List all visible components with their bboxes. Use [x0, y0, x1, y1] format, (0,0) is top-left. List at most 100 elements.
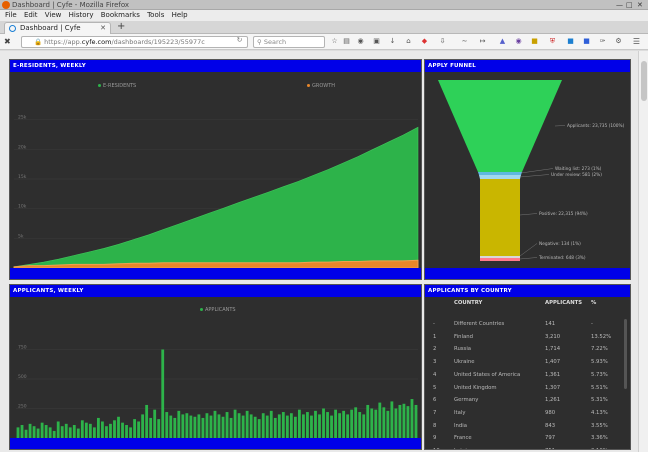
table-row[interactable]: - Different Countries 141 - — [425, 318, 630, 330]
widget-e-residents: E-RESIDENTS, WEEKLY E-RESIDENTS GROWTH 2… — [9, 59, 422, 280]
funnel-segment-negative — [480, 256, 520, 258]
table-scrollbar[interactable] — [624, 319, 627, 389]
extension-blue-icon[interactable]: ■ — [566, 37, 575, 46]
bar — [117, 416, 120, 438]
table-row[interactable]: 1 Finland 3,210 13.52% — [425, 331, 630, 343]
bar — [157, 419, 161, 438]
country-cell: Different Countries — [454, 321, 505, 327]
table-row[interactable]: 9 France 797 3.36% — [425, 432, 630, 444]
widget-footer — [10, 268, 421, 279]
bar — [221, 416, 225, 438]
bar — [153, 409, 157, 438]
gear-icon[interactable]: ⚙ — [614, 37, 623, 46]
download-icon[interactable]: ↓ — [388, 37, 397, 46]
minimize-icon[interactable]: — — [616, 1, 623, 9]
funnel-chart: Applicants: 23,735 (100%) Waiting list: 2… — [438, 80, 625, 261]
extension-red-icon[interactable]: ◆ — [420, 37, 429, 46]
search-box[interactable]: ⚲ Search — [253, 36, 325, 48]
table-row[interactable]: 8 India 843 3.55% — [425, 420, 630, 432]
country-cell: France — [454, 435, 472, 442]
maximize-icon[interactable]: □ — [626, 1, 633, 9]
table-row[interactable]: 7 Italy 980 4.13% — [425, 407, 630, 419]
bar — [97, 417, 100, 438]
header-country[interactable]: COUNTRY — [454, 300, 482, 306]
extension-blue2-icon[interactable]: ■ — [582, 37, 591, 46]
table-row[interactable]: 4 United States of America 1,361 5.73% — [425, 369, 630, 381]
country-cell: Russia — [454, 346, 472, 353]
bookmark-star-icon[interactable]: ☆ — [330, 37, 339, 46]
new-tab-icon[interactable]: + — [117, 21, 125, 33]
url-bar[interactable]: 🔒 https://app.cyfe.com/dashboards/195223… — [21, 36, 248, 48]
applicants-cell: 1,261 — [545, 397, 561, 404]
pocket-icon[interactable]: ◉ — [356, 37, 365, 46]
bar — [302, 414, 305, 438]
ublock-icon[interactable]: ⛨ — [548, 37, 557, 46]
menu-view[interactable]: View — [45, 10, 62, 21]
close-tab-icon[interactable]: ✕ — [100, 23, 106, 34]
rank-cell: 7 — [433, 409, 437, 416]
bar — [362, 414, 366, 438]
extension-wave-icon[interactable]: ∼ — [460, 37, 469, 46]
widget-applicants-by-country: APPLICANTS BY COUNTRY COUNTRY APPLICANTS… — [424, 284, 631, 450]
hamburger-menu-icon[interactable]: ☰ — [632, 37, 641, 46]
table-row[interactable]: 3 Ukraine 1,407 5.93% — [425, 356, 630, 368]
bar — [32, 426, 36, 438]
extension-drop-icon[interactable]: ▲ — [498, 37, 507, 46]
table-row[interactable]: 6 Germany 1,261 5.31% — [425, 394, 630, 406]
window-titlebar: Dashboard | Cyfe - Mozilla Firefox — □ ✕ — [0, 0, 648, 10]
bar — [233, 409, 237, 438]
bar — [281, 412, 285, 438]
eyedropper-icon[interactable]: ✑ — [598, 37, 607, 46]
table-row[interactable]: 2 Russia 1,714 7.22% — [425, 343, 630, 355]
page-scrollbar[interactable] — [638, 51, 648, 452]
table-row[interactable]: 10 Latvia 751 3.16% — [425, 445, 630, 449]
firefox-icon — [2, 1, 10, 9]
tools-icon[interactable]: ✖ — [4, 36, 11, 47]
screenshot-icon[interactable]: ▣ — [372, 37, 381, 46]
scrollbar-thumb[interactable] — [641, 61, 647, 101]
y-tick-label: 500 — [18, 374, 27, 380]
bar — [48, 427, 52, 438]
table-row[interactable]: 5 United Kingdom 1,307 5.51% — [425, 382, 630, 394]
reload-icon[interactable]: ↻ — [235, 36, 244, 45]
menu-history[interactable]: History — [69, 10, 94, 21]
tab-dashboard[interactable]: Dashboard | Cyfe ✕ — [4, 22, 111, 34]
menu-edit[interactable]: Edit — [24, 10, 38, 21]
funnel-label: Applicants: 23,735 (100%) — [567, 123, 625, 129]
bar — [28, 423, 32, 438]
funnel-leader-line — [520, 168, 554, 174]
bar — [390, 401, 394, 438]
extension-yellow-icon[interactable]: ■ — [530, 37, 539, 46]
percent-cell: 5.31% — [591, 397, 608, 404]
extension-purple-icon[interactable]: ◉ — [514, 37, 523, 46]
tab-bar: Dashboard | Cyfe ✕ + — [0, 21, 648, 34]
bar — [241, 415, 245, 438]
funnel-leader-line — [519, 213, 538, 216]
bar — [322, 408, 325, 438]
bar — [113, 420, 116, 438]
close-window-icon[interactable]: ✕ — [637, 1, 643, 9]
header-percent[interactable]: % — [591, 300, 596, 306]
percent-cell: 7.22% — [591, 346, 608, 353]
menu-bookmarks[interactable]: Bookmarks — [101, 10, 140, 21]
home-icon[interactable]: ⌂ — [404, 37, 413, 46]
bar — [84, 422, 88, 438]
reading-list-icon[interactable]: ▤ — [342, 37, 351, 46]
rank-cell: 2 — [433, 346, 437, 353]
bar — [289, 413, 293, 438]
y-tick-label: 25k — [18, 115, 27, 121]
extension-chevron-icon[interactable]: ↦ — [478, 37, 487, 46]
menu-tools[interactable]: Tools — [147, 10, 164, 21]
menu-file[interactable]: File — [5, 10, 17, 21]
bar — [253, 416, 257, 438]
menu-help[interactable]: Help — [172, 10, 188, 21]
header-applicants[interactable]: APPLICANTS — [545, 300, 582, 306]
bar — [285, 415, 289, 438]
applicants-cell: 3,210 — [545, 333, 561, 340]
rank-cell: 5 — [433, 384, 437, 391]
country-cell: United Kingdom — [454, 384, 497, 391]
bar — [330, 415, 333, 438]
bar — [245, 410, 249, 438]
funnel-label: Positive: 22,315 (94%) — [539, 211, 588, 217]
extension-arrow-icon[interactable]: ⇩ — [438, 37, 447, 46]
